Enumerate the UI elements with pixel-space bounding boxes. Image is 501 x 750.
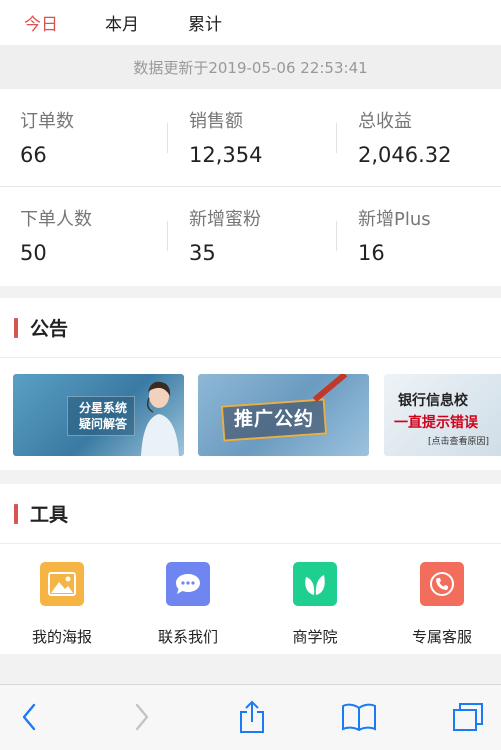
browser-toolbar — [0, 684, 501, 750]
share-icon[interactable] — [234, 699, 270, 735]
stat-label: 销售额 — [189, 111, 243, 132]
stat-new-plus[interactable]: 新增Plus 16 — [358, 205, 501, 265]
tool-label: 联系我们 — [157, 628, 218, 646]
divider — [336, 123, 337, 153]
stats-panel: 订单数 66 销售额 12,354 总收益 2,046.32 下单人数 50 新… — [0, 89, 501, 286]
stat-label: 订单数 — [20, 111, 74, 132]
stat-label: 下单人数 — [20, 209, 92, 230]
banner-line: 银行信息校 — [398, 393, 468, 409]
stats-row-1: 订单数 66 销售额 12,354 总收益 2,046.32 — [0, 89, 501, 187]
tool-customer-service[interactable]: 专属客服 — [387, 562, 497, 647]
section-title: 公告 — [30, 318, 69, 340]
tabs-icon[interactable] — [450, 699, 486, 735]
agent-figure-icon — [141, 381, 179, 456]
back-icon[interactable] — [11, 699, 47, 735]
stat-label: 总收益 — [358, 111, 412, 132]
tool-label: 我的海报 — [31, 628, 92, 646]
stat-value: 16 — [358, 241, 385, 265]
tab-month[interactable]: 本月 — [105, 10, 139, 35]
banner-text: 推广公约 — [234, 408, 315, 430]
divider — [167, 123, 168, 153]
banner-line: [点击查看原因] — [428, 437, 490, 447]
stat-orders[interactable]: 订单数 66 — [20, 107, 180, 167]
banner-text: 分星系统 疑问解答 — [71, 400, 135, 432]
tool-business-school[interactable]: 商学院 — [260, 562, 370, 647]
poster-icon — [40, 562, 84, 606]
update-timestamp: 数据更新于2019-05-06 22:53:41 — [0, 45, 501, 89]
forward-icon[interactable] — [124, 699, 160, 735]
stat-buyers[interactable]: 下单人数 50 — [20, 205, 180, 265]
phone-icon — [420, 562, 464, 606]
divider — [336, 221, 337, 251]
section-marker — [14, 504, 18, 524]
section-header: 公告 — [0, 298, 501, 358]
section-marker — [14, 318, 18, 338]
banner-line: 疑问解答 — [78, 417, 127, 431]
banner-line: 分星系统 — [78, 401, 127, 415]
chat-icon — [166, 562, 210, 606]
promotion-agreement-banner[interactable]: 推广公约 — [198, 374, 369, 456]
tools-section: 工具 我的海报 联系我们 商学院 专属客服 — [0, 484, 501, 654]
bookmarks-icon[interactable] — [341, 699, 377, 735]
customer-service-banner[interactable]: 分星系统 疑问解答 — [13, 374, 184, 456]
section-title: 工具 — [30, 504, 69, 526]
notice-section: 公告 分星系统 疑问解答 推广公约 银行信息校 一直提示错误 [点击查看原因] — [0, 298, 501, 470]
stat-value: 50 — [20, 241, 47, 265]
stat-value: 2,046.32 — [358, 143, 452, 167]
stat-value: 12,354 — [189, 143, 263, 167]
tab-today[interactable]: 今日 — [24, 10, 58, 35]
stat-revenue[interactable]: 总收益 2,046.32 — [358, 107, 501, 167]
tab-total[interactable]: 累计 — [188, 10, 222, 35]
leaf-icon — [293, 562, 337, 606]
stats-row-2: 下单人数 50 新增蜜粉 35 新增Plus 16 — [0, 187, 501, 285]
tool-label: 商学院 — [292, 628, 338, 646]
stat-new-fans[interactable]: 新增蜜粉 35 — [189, 205, 349, 265]
stat-value: 35 — [189, 241, 216, 265]
divider — [167, 221, 168, 251]
stat-value: 66 — [20, 143, 47, 167]
pen-icon — [312, 374, 348, 403]
tool-label: 专属客服 — [411, 628, 472, 646]
period-tabs: 今日 本月 累计 — [0, 0, 501, 45]
stat-label: 新增蜜粉 — [189, 209, 261, 230]
stat-label: 新增Plus — [358, 209, 431, 230]
bank-verify-banner[interactable]: 银行信息校 一直提示错误 [点击查看原因] — [384, 374, 501, 456]
banner-line: 一直提示错误 — [394, 415, 478, 431]
stat-sales[interactable]: 销售额 12,354 — [189, 107, 349, 167]
section-header: 工具 — [0, 484, 501, 544]
tool-my-poster[interactable]: 我的海报 — [7, 562, 117, 647]
tool-contact-us[interactable]: 联系我们 — [133, 562, 243, 647]
